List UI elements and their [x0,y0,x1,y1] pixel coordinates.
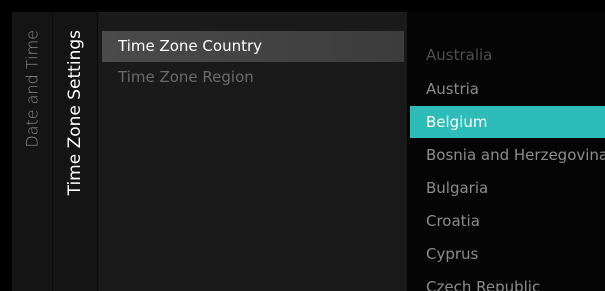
option-bosnia-and-herzegovina[interactable]: Bosnia and Herzegovina [410,139,605,171]
breadcrumb-current-label: Time Zone Settings [65,30,85,196]
option-croatia[interactable]: Croatia [410,205,605,237]
tv-settings-screen: Date and Time Time Zone Settings Time Zo… [0,0,605,291]
breadcrumb-parent-column[interactable]: Date and Time [12,12,52,291]
menu-item-time-zone-region[interactable]: Time Zone Region [102,62,404,93]
settings-menu-panel: Time Zone Country Time Zone Region [97,12,407,291]
menu-item-time-zone-country[interactable]: Time Zone Country [102,31,404,62]
breadcrumb-parent-label: Date and Time [22,30,42,148]
option-bulgaria[interactable]: Bulgaria [410,172,605,204]
breadcrumb-current-column[interactable]: Time Zone Settings [52,12,97,291]
option-australia[interactable]: Australia [410,39,605,71]
option-austria[interactable]: Austria [410,73,605,105]
option-belgium[interactable]: Belgium [410,106,605,138]
option-cyprus[interactable]: Cyprus [410,238,605,270]
option-czech-republic[interactable]: Czech Republic [410,271,605,291]
country-options-list: Australia Austria Belgium Bosnia and Her… [407,12,605,291]
